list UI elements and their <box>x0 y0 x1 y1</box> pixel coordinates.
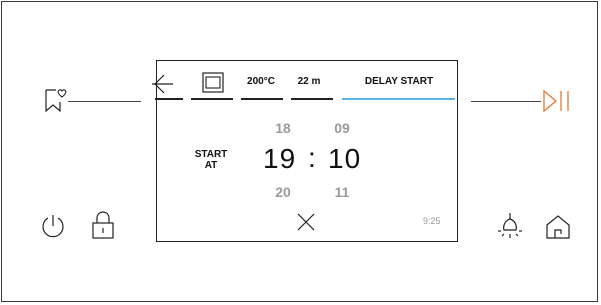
hour-previous[interactable]: 18 <box>269 120 297 136</box>
left-divider <box>68 101 141 102</box>
power-icon[interactable] <box>40 213 66 239</box>
tab-underline-back <box>155 98 183 100</box>
clock-time: 9:25 <box>423 216 441 226</box>
start-at-label: START AT <box>194 149 228 171</box>
minute-next[interactable]: 11 <box>328 184 356 200</box>
play-pause-icon[interactable] <box>542 89 572 113</box>
minute-value[interactable]: 10 <box>328 143 361 175</box>
oven-light-icon[interactable] <box>496 211 524 241</box>
close-icon[interactable] <box>296 212 316 232</box>
tab-duration[interactable]: 22 m <box>290 76 328 87</box>
favorite-bookmark-icon[interactable] <box>44 87 68 113</box>
tab-underline-duration <box>291 98 333 100</box>
minute-previous[interactable]: 09 <box>328 120 356 136</box>
time-separator: : <box>308 142 317 173</box>
display-screen: 200°C 22 m DELAY START START AT 18 09 19… <box>152 60 458 242</box>
tab-underline-delay-start <box>342 98 455 100</box>
tab-delay-start[interactable]: DELAY START <box>343 76 455 87</box>
tab-temperature[interactable]: 200°C <box>241 76 281 87</box>
hour-next[interactable]: 20 <box>269 184 297 200</box>
hour-value[interactable]: 19 <box>263 143 296 175</box>
lock-icon[interactable] <box>91 210 115 240</box>
tab-underline-mode <box>191 98 233 100</box>
oven-mode-icon[interactable] <box>202 72 224 93</box>
back-arrow-icon[interactable] <box>151 72 175 96</box>
home-icon[interactable] <box>545 214 571 240</box>
right-divider <box>471 101 541 102</box>
tab-underline-temperature <box>241 98 283 100</box>
